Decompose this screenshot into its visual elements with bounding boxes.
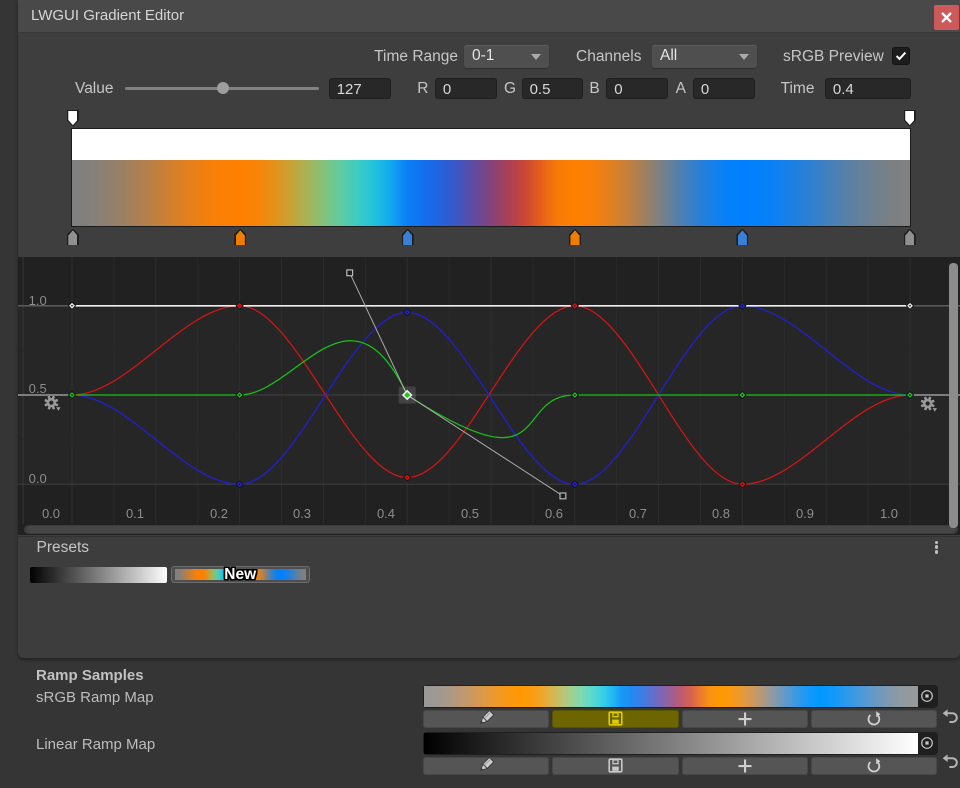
svg-text:0.5: 0.5 xyxy=(29,381,47,396)
svg-text:0.3: 0.3 xyxy=(293,506,311,521)
svg-text:0.0: 0.0 xyxy=(42,506,60,521)
svg-text:0.9: 0.9 xyxy=(796,506,814,521)
svg-text:0.4: 0.4 xyxy=(377,506,395,521)
svg-text:0.1: 0.1 xyxy=(126,506,144,521)
svg-text:0.8: 0.8 xyxy=(712,506,730,521)
svg-text:0.0: 0.0 xyxy=(29,471,47,486)
svg-text:0.6: 0.6 xyxy=(545,506,563,521)
svg-text:0.5: 0.5 xyxy=(461,506,479,521)
svg-text:0.2: 0.2 xyxy=(210,506,228,521)
svg-text:0.7: 0.7 xyxy=(629,506,647,521)
svg-text:1.0: 1.0 xyxy=(880,506,898,521)
svg-text:1.0: 1.0 xyxy=(29,293,47,308)
